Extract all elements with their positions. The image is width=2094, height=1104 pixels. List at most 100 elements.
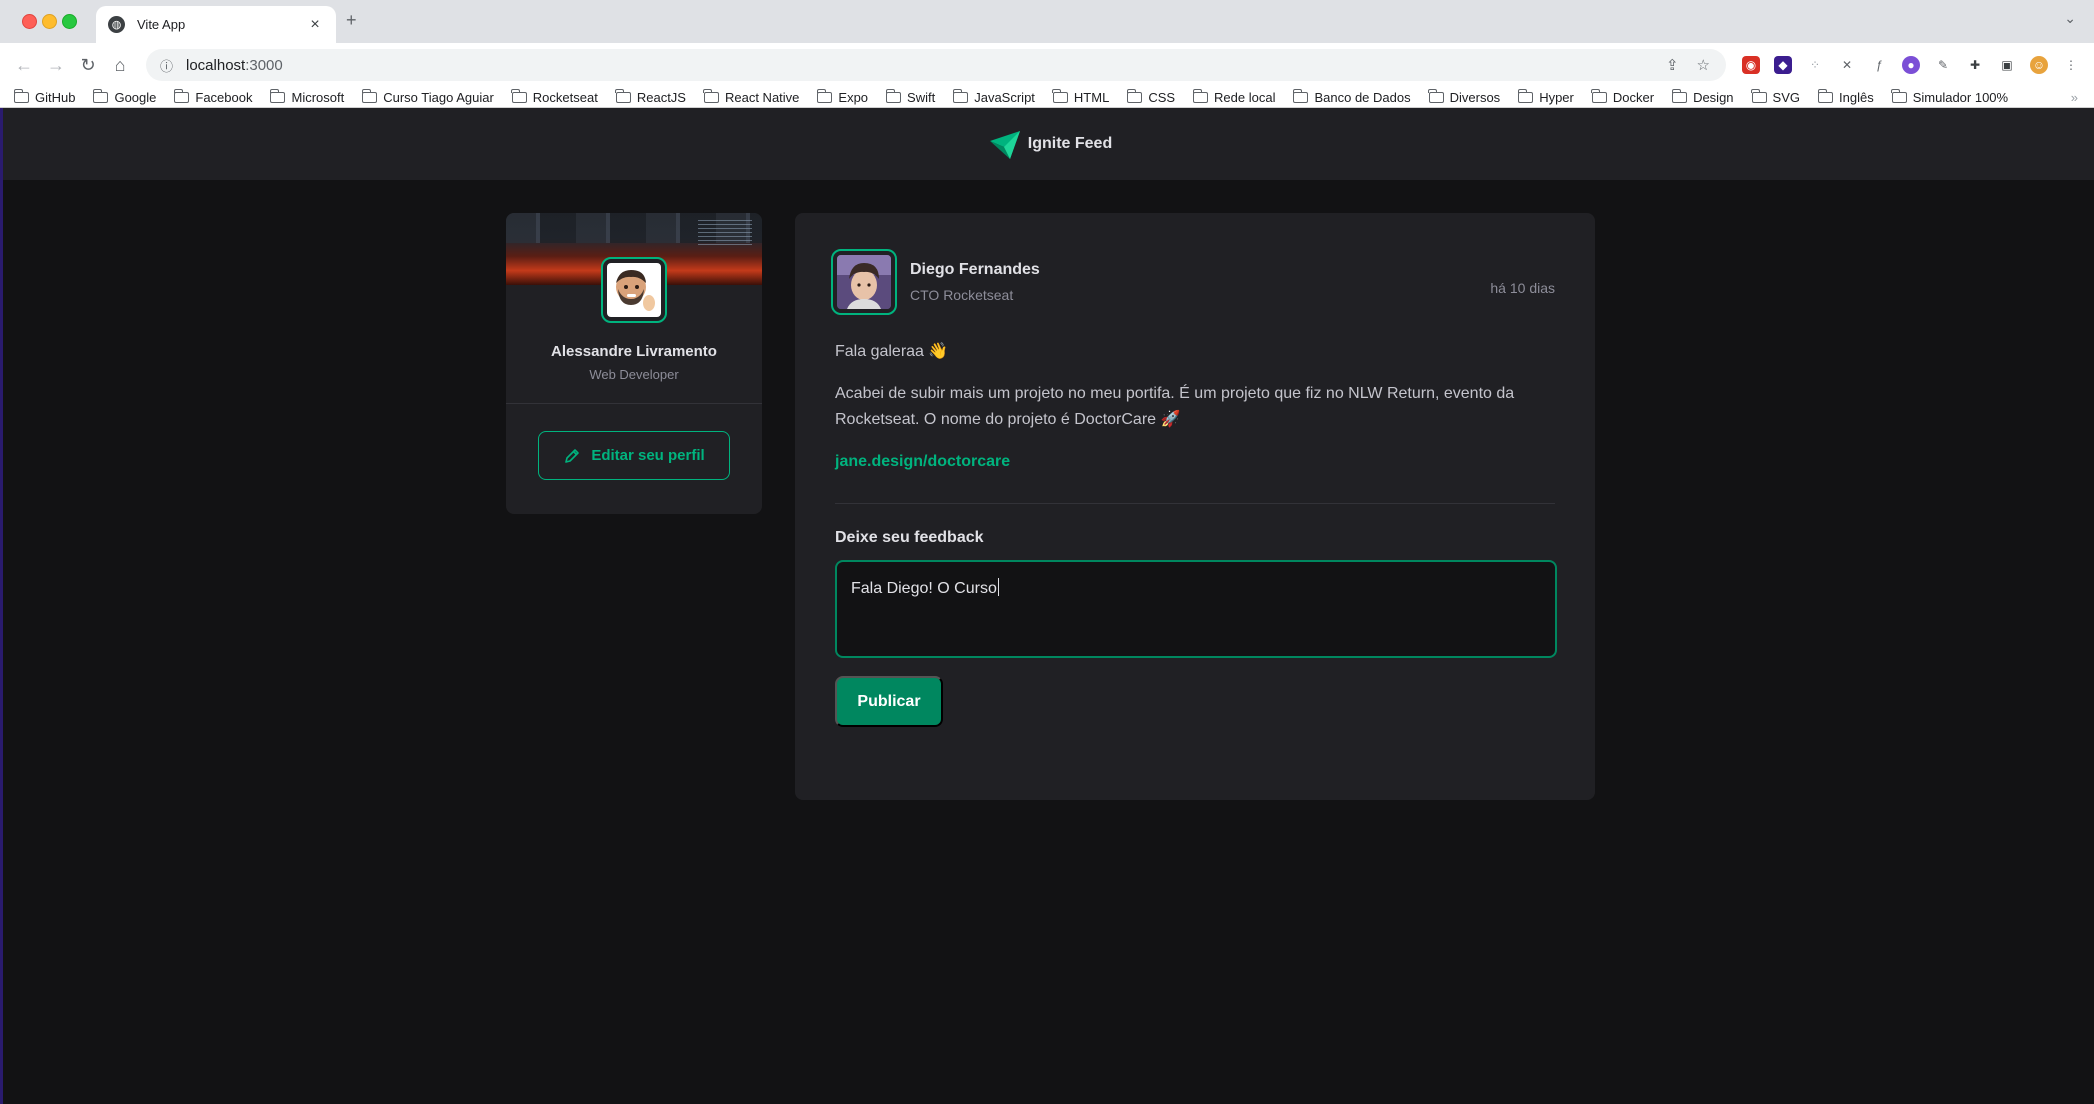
bookmark-item[interactable]: Microsoft	[269, 88, 344, 105]
bookmark-label: Swift	[907, 89, 936, 105]
bookmark-item[interactable]: Simulador 100%	[1891, 88, 2009, 105]
bookmark-item[interactable]: Hyper	[1517, 88, 1574, 105]
side-panel-icon[interactable]: ▣	[1998, 56, 2016, 74]
folder-icon	[511, 88, 527, 103]
bookmark-label: Rede local	[1214, 89, 1276, 105]
divider	[835, 503, 1555, 504]
folder-icon	[1052, 88, 1068, 103]
bookmark-item[interactable]: CSS	[1126, 88, 1176, 105]
folder-icon	[1428, 88, 1444, 103]
folder-icon	[1671, 88, 1688, 103]
post-body: Acabei de subir mais um projeto no meu p…	[835, 385, 1515, 428]
bookmark-label: Banco de Dados	[1314, 89, 1411, 105]
post-greeting: Fala galeraa 👋	[835, 343, 949, 360]
reload-icon[interactable]: ↻	[72, 55, 104, 76]
bookmark-item[interactable]: Diversos	[1428, 88, 1500, 105]
home-icon[interactable]: ⌂	[104, 55, 136, 76]
back-icon[interactable]: ←	[8, 55, 40, 76]
extension-icon[interactable]: ●	[1902, 56, 1920, 74]
bookmark-item[interactable]: Design	[1671, 88, 1734, 105]
share-icon[interactable]: ⇪	[1666, 56, 1679, 74]
menu-icon[interactable]: ⋮	[2062, 56, 2080, 74]
bookmark-item[interactable]: Expo	[816, 88, 868, 105]
app-header: Ignite Feed	[3, 108, 2094, 180]
bookmark-item[interactable]: Google	[92, 88, 156, 105]
extension-icon[interactable]: ◆	[1774, 56, 1792, 74]
bookmark-item[interactable]: ReactJS	[615, 88, 686, 105]
edit-profile-button[interactable]: Editar seu perfil	[538, 431, 730, 480]
bookmark-item[interactable]: Rede local	[1192, 88, 1276, 105]
ignite-logo-icon	[989, 131, 1020, 159]
author-name: Diego Fernandes	[910, 261, 1040, 278]
avatar[interactable]: ☺	[2030, 56, 2048, 74]
app-title: Ignite Feed	[1027, 135, 1113, 152]
puzzle-icon[interactable]: ✚	[1966, 56, 1984, 74]
maximize-window-button[interactable]	[62, 14, 77, 29]
url-text: localhost:3000	[186, 56, 283, 74]
bookmark-item[interactable]: Docker	[1591, 88, 1655, 105]
profile-sidebar: Alessandre Livramento Web Developer Edit…	[506, 213, 762, 514]
bookmark-label: ReactJS	[636, 89, 686, 105]
bookmark-label: SVG	[1772, 89, 1800, 105]
folder-icon	[1591, 88, 1607, 103]
post-link[interactable]: jane.design/doctorcare	[835, 453, 1010, 471]
extension-icon[interactable]: ✕	[1838, 56, 1856, 74]
bookmark-item[interactable]: React Native	[703, 88, 800, 105]
bookmark-item[interactable]: Inglês	[1817, 88, 1874, 105]
bookmark-label: Inglês	[1839, 89, 1874, 105]
bookmark-item[interactable]: Rocketseat	[511, 88, 598, 105]
memoji-avatar-icon	[616, 270, 655, 311]
tab-close-icon[interactable]: ×	[306, 16, 324, 34]
globe-icon: ◍	[108, 16, 125, 33]
bookmark-item[interactable]: HTML	[1052, 88, 1109, 105]
tab-search-icon[interactable]: ⌄	[2064, 10, 2076, 27]
folder-icon	[361, 88, 378, 103]
bookmark-star-icon[interactable]: ☆	[1697, 56, 1710, 74]
extension-icon[interactable]: ⁘	[1806, 56, 1824, 74]
folder-icon	[1126, 88, 1143, 103]
page: Ignite Feed Alessandre Livramento Web De…	[0, 108, 2094, 1104]
folder-icon	[1517, 88, 1534, 103]
folder-icon	[269, 88, 286, 103]
bookmark-item[interactable]: Facebook	[173, 88, 252, 105]
browser-tab[interactable]: ◍ Vite App ×	[96, 6, 336, 43]
bookmark-item[interactable]: Swift	[885, 88, 936, 105]
bookmark-item[interactable]: Banco de Dados	[1292, 88, 1411, 105]
bookmark-item[interactable]: SVG	[1751, 88, 1800, 105]
feedback-textarea[interactable]	[835, 560, 1557, 658]
post-timestamp: há 10 dias	[1490, 280, 1555, 296]
new-tab-button[interactable]: +	[346, 10, 357, 31]
bookmark-item[interactable]: GitHub	[13, 88, 75, 105]
bookmark-item[interactable]: Curso Tiago Aguiar	[361, 88, 494, 105]
extension-icon[interactable]: ◉	[1742, 56, 1760, 74]
info-icon[interactable]: ⓘ	[160, 56, 180, 75]
folder-icon	[1817, 88, 1833, 103]
minimize-window-button[interactable]	[42, 14, 57, 29]
publish-button[interactable]: Publicar	[835, 676, 943, 727]
bookmark-item[interactable]: JavaScript	[952, 88, 1035, 105]
bookmark-label: JavaScript	[974, 89, 1035, 105]
bookmarks-overflow-button[interactable]: »	[2071, 90, 2094, 105]
extension-icon[interactable]: ƒ	[1870, 56, 1888, 74]
avatar[interactable]	[831, 249, 897, 315]
folder-icon	[952, 88, 969, 103]
browser-toolbar: ← → ↻ ⌂ ⓘ localhost:3000 ⇪ ☆ ◉ ◆ ⁘ ✕ ƒ ●…	[0, 43, 2094, 87]
bookmark-label: CSS	[1148, 89, 1176, 105]
close-window-button[interactable]	[22, 14, 37, 29]
bookmark-label: Simulador 100%	[1912, 89, 2009, 105]
post-card: Diego Fernandes CTO Rocketseat há 10 dia…	[795, 213, 1595, 800]
bookmark-label: Curso Tiago Aguiar	[383, 89, 494, 105]
profile-name: Alessandre Livramento	[551, 343, 717, 360]
folder-icon	[1891, 88, 1907, 103]
bookmark-label: Docker	[1612, 89, 1655, 105]
address-bar[interactable]: ⓘ localhost:3000 ⇪ ☆	[146, 49, 1726, 81]
bookmark-label: React Native	[724, 89, 800, 105]
text-caret	[997, 578, 999, 596]
forward-icon[interactable]: →	[40, 55, 72, 76]
folder-icon	[615, 88, 631, 103]
feedback-title: Deixe seu feedback	[835, 529, 984, 546]
extension-icon[interactable]: ✎	[1934, 56, 1952, 74]
author-photo-icon	[837, 255, 891, 309]
browser-tab-bar: ◍ Vite App × + ⌄	[0, 0, 2094, 43]
folder-icon	[885, 88, 902, 103]
